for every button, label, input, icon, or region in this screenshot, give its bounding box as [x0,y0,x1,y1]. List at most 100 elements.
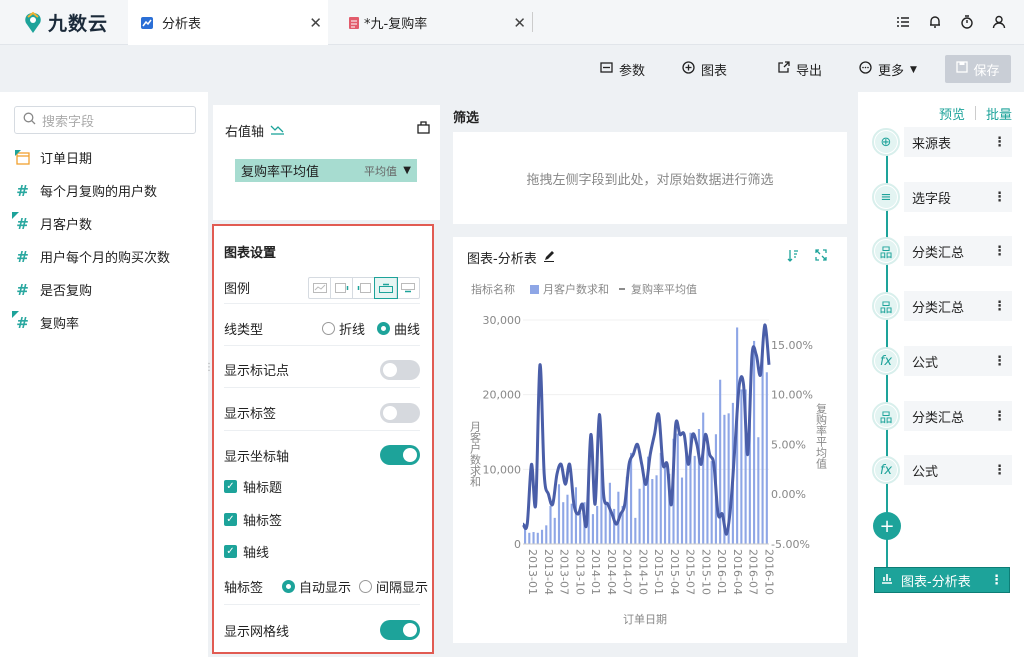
check-icon: ✓ [224,544,237,558]
show-axis-toggle[interactable] [380,445,420,465]
legend-right-icon[interactable] [331,277,353,298]
x-label: 订单日期 [623,613,667,626]
more-button[interactable]: 更多 ▼ [859,60,917,79]
axis-settings-icon[interactable] [417,121,430,138]
axis-line-checkbox[interactable]: ✓ 轴线 [224,542,269,561]
field-item[interactable]: # 复购率 [12,311,79,332]
x-tick: 2013-04 [542,549,555,595]
caret-down-icon[interactable]: ▼ [403,165,411,176]
legend-label: 图例 [224,282,251,297]
flow-step[interactable]: 品分类汇总 ⋮ [872,291,1012,321]
more-vert-icon[interactable]: ⋮ [993,190,1006,205]
more-vert-icon[interactable]: ⋮ [993,135,1006,150]
show-labels-toggle[interactable] [380,402,420,423]
chart-button[interactable]: 图表 [682,60,727,79]
flow-step-active[interactable]: 图表-分析表 ⋮ [874,567,1010,593]
legend-series1: 月客户数求和 [543,282,609,296]
more-vert-icon[interactable]: ⋮ [993,463,1006,478]
auto-display-radio[interactable]: 自动显示 [281,577,351,596]
field-item[interactable]: # 每个月复购的用户数 [14,181,157,201]
bar [579,512,582,544]
flow-step[interactable]: 品分类汇总 ⋮ [872,236,1012,266]
flow-step[interactable]: fx 公式 ⋮ [872,455,1012,485]
batch-link[interactable]: 批量 [986,104,1012,123]
bar [591,514,594,544]
legend-left-icon[interactable] [353,277,375,298]
radio-label: 自动显示 [298,581,351,596]
field-item[interactable]: # 用户每个月的购买次数 [14,247,170,267]
export-button[interactable]: 导出 [777,60,822,79]
interval-display-radio[interactable]: 间隔显示 [358,577,428,596]
export-label: 导出 [796,64,823,79]
flow-step[interactable]: 品分类汇总 ⋮ [872,401,1012,431]
check-icon: ✓ [224,479,237,493]
radio-label: 曲线 [393,323,420,338]
flow-panel: 预览 批量 ⊕ 来源表 ⋮ ≡ 选字段 ⋮ 品分类汇总 ⋮ 品分类汇总 ⋮ fx 公式 ⋮ 品分… [858,92,1024,657]
axis-label-mode-row: 轴标签 自动显示 间隔显示 [224,569,428,605]
more-vert-icon[interactable]: ⋮ [993,409,1006,424]
y-left-tick: 30,000 [483,314,522,327]
x-tick: 2014-01 [589,549,602,595]
checkbox-label: 轴标签 [243,513,283,529]
x-tick: 2015-10 [699,549,712,595]
flow-step[interactable]: ≡ 选字段 ⋮ [872,182,1012,212]
bar [638,488,641,544]
field-label: 是否复购 [40,284,93,299]
add-step-button[interactable]: + [873,512,901,540]
field-item[interactable]: # 是否复购 [14,280,93,300]
legend-top-icon[interactable] [374,276,398,299]
more-vert-icon[interactable]: ⋮ [993,244,1006,259]
tab-analysis[interactable]: 分析表 ✕ [128,0,328,45]
bell-icon[interactable] [926,13,944,31]
bar [532,532,535,544]
legend-row: 图例 [224,272,420,304]
filter-placeholder: 拖拽左侧字段到此处，对原始数据进行筛选 [526,172,774,188]
field-item[interactable]: 订单日期 [14,148,92,167]
bar [702,412,705,544]
sheet-icon [348,16,360,30]
number-field-icon: # [12,212,31,233]
show-grid-toggle[interactable] [380,620,420,640]
more-vert-icon[interactable]: ⋮ [993,354,1006,369]
app-logo[interactable]: 九数云 [22,9,108,36]
axis-title-checkbox[interactable]: ✓ 轴标题 [224,477,282,496]
measure-pill[interactable]: 复购率平均值 平均值 ▼ [235,159,417,182]
tab-repurchase[interactable]: *九-复购率 ✕ [336,0,532,45]
legend-none-icon[interactable] [309,277,331,298]
save-button[interactable]: 保存 [945,55,1011,83]
more-vert-icon[interactable]: ⋮ [990,573,1003,588]
settings-title: 图表设置 [224,246,277,261]
axis-labels-checkbox[interactable]: ✓ 轴标签 [224,510,282,529]
line-type-curve-radio[interactable]: 曲线 [376,319,420,338]
search-input[interactable]: 搜索字段 [14,106,196,134]
field-item[interactable]: # 月客户数 [12,212,92,233]
caret-down-icon: ▼ [910,64,917,75]
legend-bottom-icon[interactable] [397,278,419,298]
user-icon[interactable] [990,13,1008,31]
bar [719,379,722,544]
panel-resize-handle[interactable]: ⋮ [204,363,214,378]
x-tick: 2016-04 [731,549,744,595]
bar [685,450,688,544]
axis-title-row: ✓ 轴标题 [224,476,420,496]
preview-link[interactable]: 预览 [939,104,965,123]
close-icon[interactable]: ✕ [309,14,322,32]
line-type-straight-radio[interactable]: 折线 [321,319,365,338]
y-right-label: 复购率平均值 [815,402,828,470]
number-field-icon: # [12,311,31,332]
filter-drop-zone[interactable]: 拖拽左侧字段到此处，对原始数据进行筛选 [453,132,847,224]
list-icon[interactable] [894,13,912,31]
axis-sort-icon[interactable] [270,123,286,139]
more-vert-icon[interactable]: ⋮ [993,299,1006,314]
flow-step[interactable]: ⊕ 来源表 ⋮ [872,127,1012,157]
timer-icon[interactable] [958,13,976,31]
params-button[interactable]: 参数 [600,60,645,79]
x-tick: 2013-01 [526,549,539,595]
x-tick: 2015-04 [668,549,681,595]
close-icon[interactable]: ✕ [513,14,526,32]
step-label: 分类汇总 [912,410,965,426]
tab-label: *九-复购率 [364,17,428,32]
show-markers-toggle[interactable] [380,359,420,380]
x-tick: 2014-04 [605,549,618,595]
flow-step[interactable]: fx 公式 ⋮ [872,346,1012,376]
